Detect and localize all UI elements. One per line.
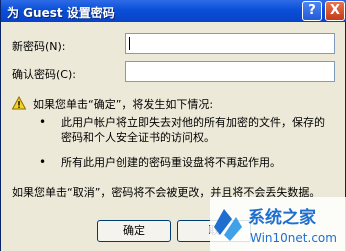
watermark-url: Win10net.com [250, 231, 337, 245]
new-password-label: 新密码(N): [12, 40, 66, 53]
new-password-input[interactable] [125, 33, 335, 54]
title-bar[interactable]: 为 Guest 设置密码 ? X [1, 0, 346, 22]
bullet-2-line-1: 所有此用户创建的密码重设盘将不再起作用。 [61, 156, 281, 169]
bullet-dot: • [39, 115, 47, 129]
confirm-password-input[interactable] [125, 61, 335, 82]
text-caret [129, 37, 130, 50]
warning-icon [12, 96, 26, 110]
help-button[interactable]: ? [302, 1, 322, 21]
warning-heading: 如果您单击“确定”，将发生如下情况: [33, 98, 214, 111]
dialog-title: 为 Guest 设置密码 [7, 6, 115, 20]
watermark-brand: 系统之家 [248, 207, 316, 228]
bullet-dot: • [39, 155, 47, 169]
close-button[interactable]: X [325, 1, 345, 21]
bullet-1-line-1: 此用户帐户将立即失去对他的所有加密的文件，保存的 [61, 116, 325, 129]
confirm-password-label: 确认密码(C): [12, 68, 76, 81]
watermark-logo: 系统之家 Win10net.com [210, 197, 346, 251]
ok-button[interactable]: 确定 [97, 220, 171, 242]
bullet-1-line-2: 密码和个人安全证书的访问权。 [61, 131, 215, 144]
